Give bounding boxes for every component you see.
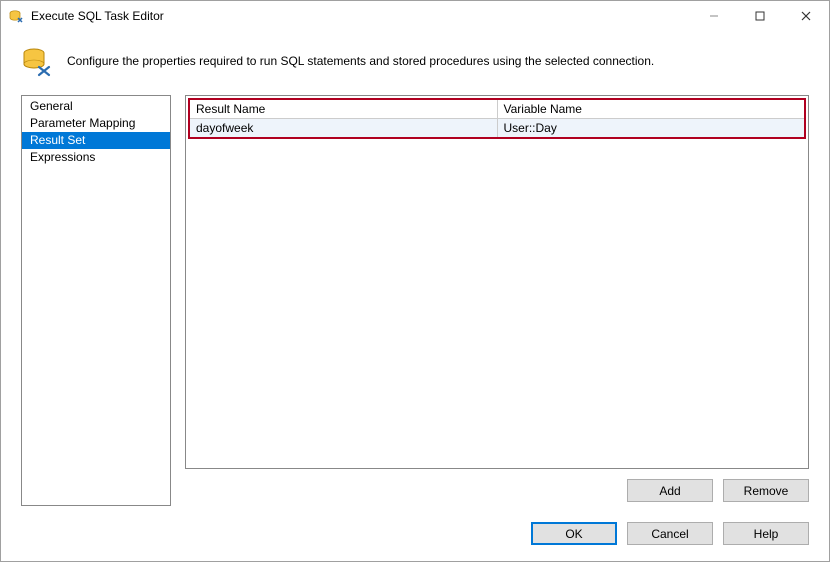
main-panel: Result Name Variable Name dayofweek User… [185, 95, 809, 506]
remove-button[interactable]: Remove [723, 479, 809, 502]
cell-result-name[interactable]: dayofweek [190, 119, 497, 138]
body: General Parameter Mapping Result Set Exp… [1, 95, 829, 506]
close-button[interactable] [783, 1, 829, 31]
nav-item-general[interactable]: General [22, 98, 170, 115]
title-bar: Execute SQL Task Editor [1, 1, 829, 31]
window-frame: Execute SQL Task Editor Configure the pr… [0, 0, 830, 562]
nav-item-parameter-mapping[interactable]: Parameter Mapping [22, 115, 170, 132]
grid-action-row: Add Remove [185, 469, 809, 506]
nav-item-expressions[interactable]: Expressions [22, 149, 170, 166]
header-description: Configure the properties required to run… [67, 54, 654, 68]
cell-variable-name[interactable]: User::Day [497, 119, 804, 138]
cancel-button[interactable]: Cancel [627, 522, 713, 545]
task-icon [21, 45, 53, 77]
nav-item-result-set[interactable]: Result Set [22, 132, 170, 149]
dialog-footer: OK Cancel Help [1, 506, 829, 561]
table-row[interactable]: dayofweek User::Day [190, 119, 804, 138]
app-icon [9, 8, 25, 24]
col-header-variable-name[interactable]: Variable Name [497, 100, 804, 119]
ok-button[interactable]: OK [531, 522, 617, 545]
result-set-grid-container: Result Name Variable Name dayofweek User… [185, 95, 809, 469]
help-button[interactable]: Help [723, 522, 809, 545]
header-row: Configure the properties required to run… [1, 31, 829, 95]
window-controls [691, 1, 829, 31]
col-header-result-name[interactable]: Result Name [190, 100, 497, 119]
nav-panel: General Parameter Mapping Result Set Exp… [21, 95, 171, 506]
highlight-annotation: Result Name Variable Name dayofweek User… [188, 98, 806, 139]
window-title: Execute SQL Task Editor [31, 9, 691, 23]
grid-header-row: Result Name Variable Name [190, 100, 804, 119]
add-button[interactable]: Add [627, 479, 713, 502]
result-set-grid[interactable]: Result Name Variable Name dayofweek User… [190, 100, 804, 137]
maximize-button[interactable] [737, 1, 783, 31]
minimize-button[interactable] [691, 1, 737, 31]
